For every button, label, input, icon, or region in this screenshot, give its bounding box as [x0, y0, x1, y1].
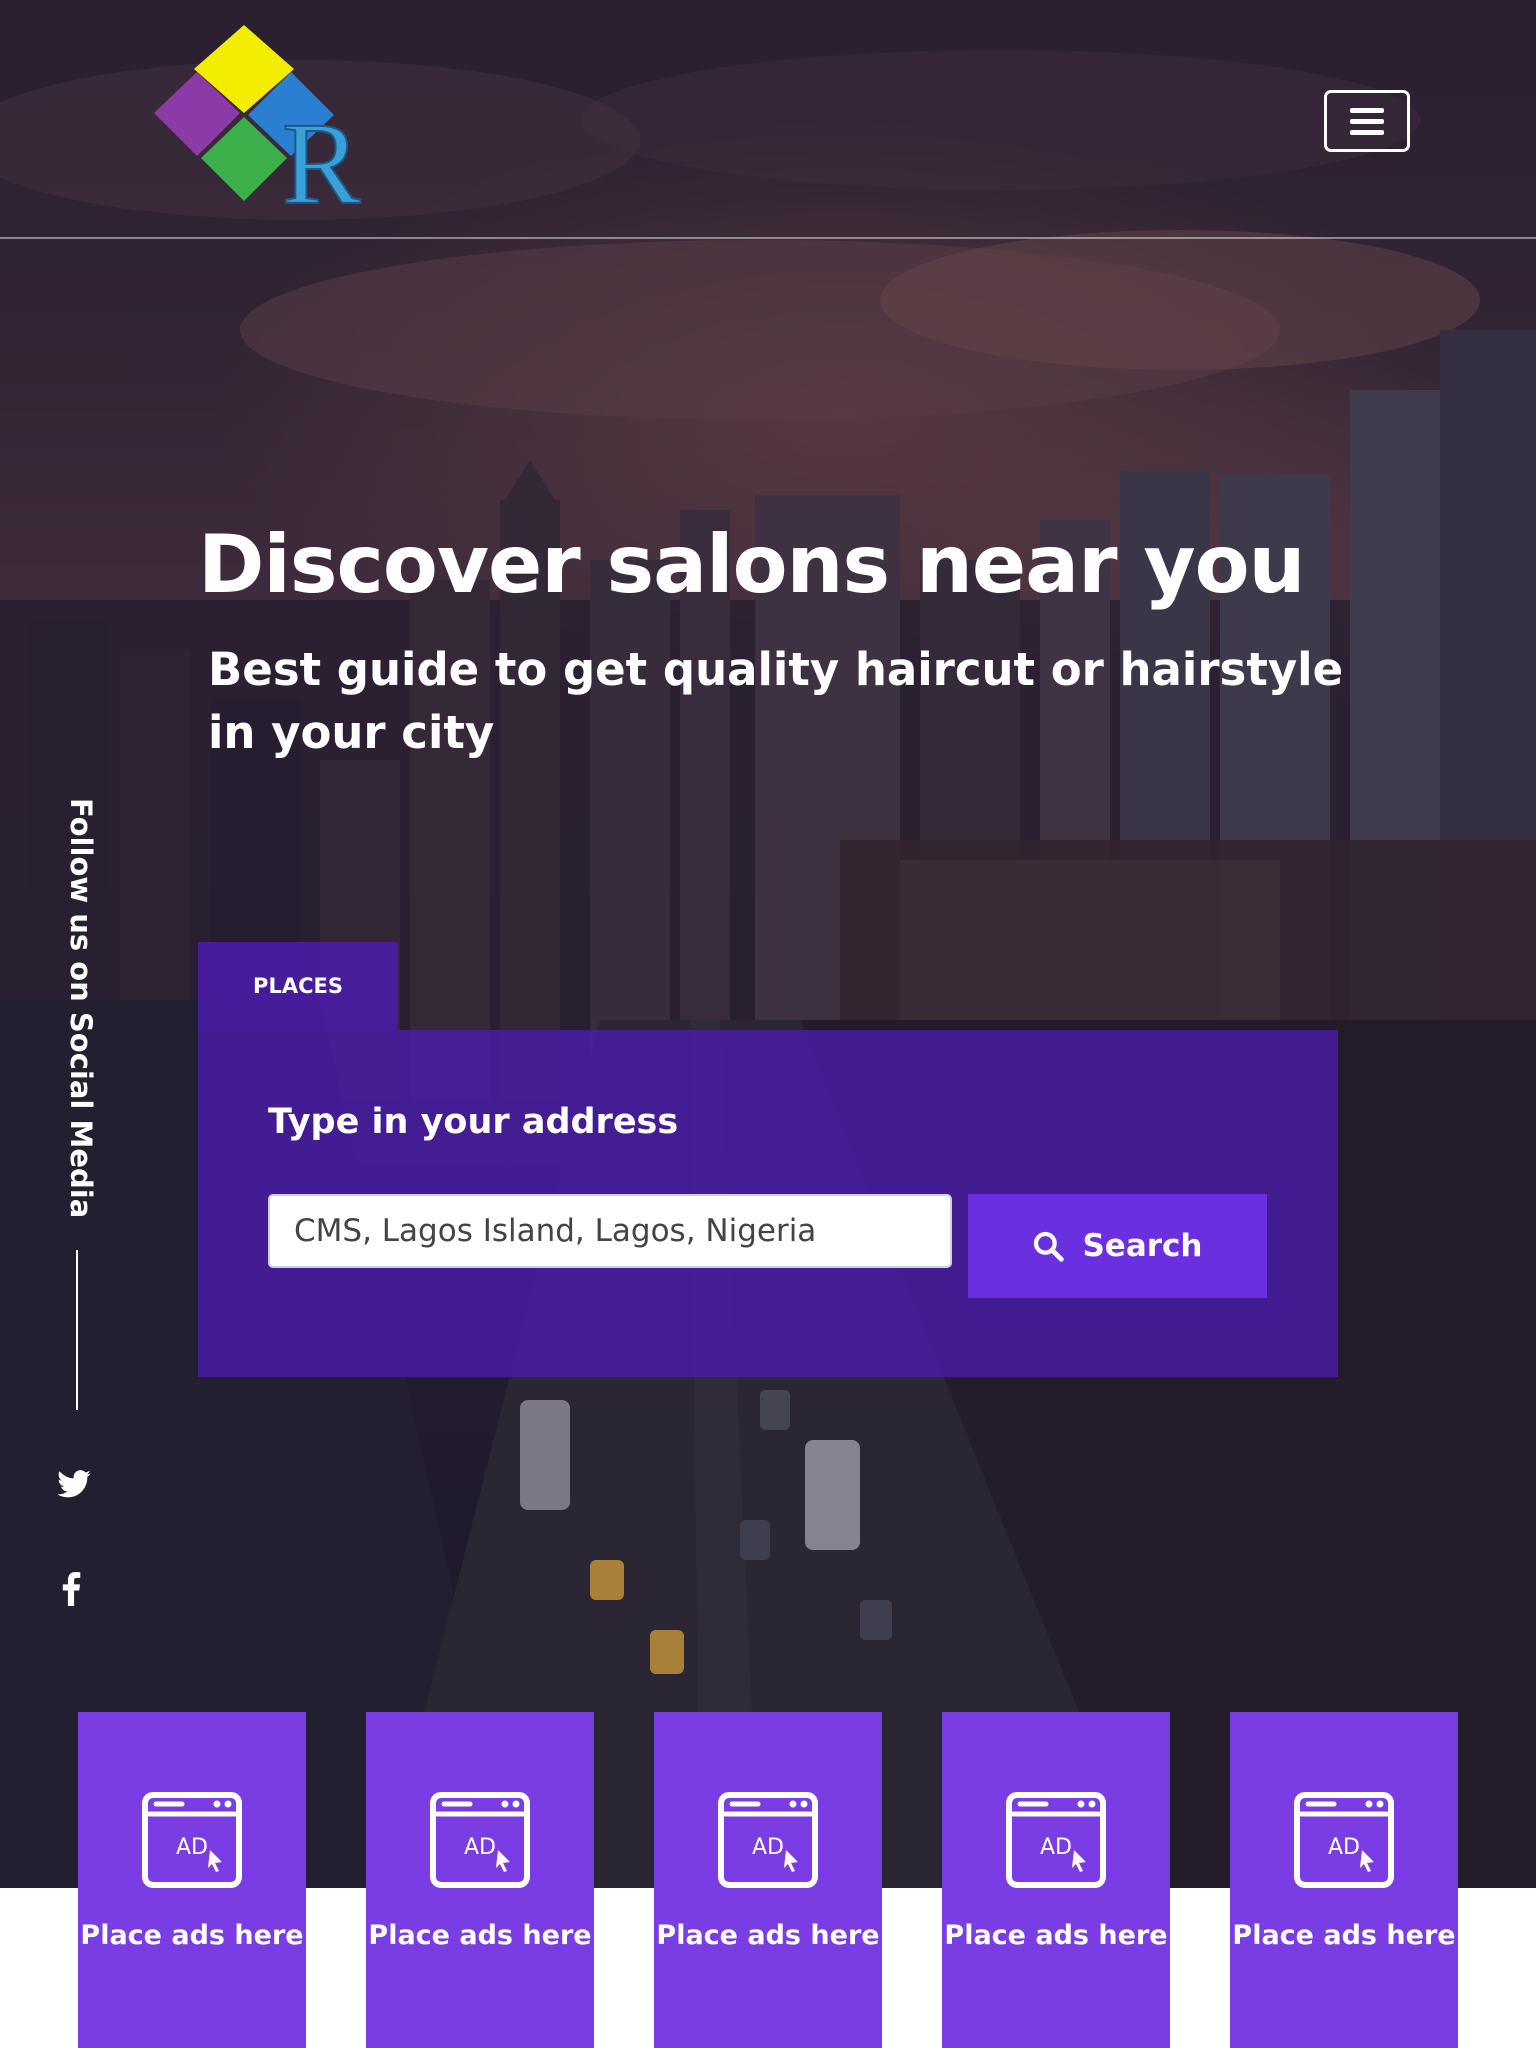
hamburger-icon-bar	[1350, 107, 1384, 113]
ad-slot-label: Place ads here	[368, 1920, 592, 1951]
ad-slot[interactable]: AD Place ads here	[78, 1712, 306, 2048]
tab-places[interactable]: PLACES	[198, 942, 398, 1030]
search-icon	[1034, 1231, 1065, 1262]
svg-text:AD: AD	[176, 1835, 208, 1860]
ad-slot-label: Place ads here	[656, 1920, 880, 1951]
ad-browser-icon: AD	[430, 1792, 530, 1888]
brand-logo[interactable]: R	[150, 25, 372, 211]
svg-text:AD: AD	[464, 1835, 496, 1860]
ad-slot[interactable]: AD Place ads here	[654, 1712, 882, 2048]
hamburger-icon-bar	[1350, 118, 1384, 124]
svg-text:AD: AD	[1328, 1835, 1360, 1860]
menu-toggle-button[interactable]	[1324, 90, 1410, 152]
search-button-label: Search	[1082, 1228, 1203, 1264]
ad-browser-icon: AD	[1294, 1792, 1394, 1888]
ad-browser-icon: AD	[718, 1792, 818, 1888]
ad-slot-label: Place ads here	[1232, 1920, 1456, 1951]
hero-section: R Discover salons near you Best guide to…	[0, 0, 1536, 1888]
hero-subtitle: Best guide to get quality haircut or hai…	[208, 643, 1344, 759]
address-field-label: Type in your address	[268, 1102, 679, 1142]
search-panel: Type in your address Search	[198, 1030, 1338, 1377]
ad-browser-icon: AD	[1006, 1792, 1106, 1888]
hamburger-icon-bar	[1350, 129, 1384, 135]
ad-slot-label: Place ads here	[944, 1920, 1168, 1951]
ad-slot[interactable]: AD Place ads here	[1230, 1712, 1458, 2048]
address-input[interactable]	[268, 1194, 952, 1268]
social-follow-label: Follow us on Social Media	[64, 798, 98, 1219]
svg-text:AD: AD	[1040, 1835, 1072, 1860]
svg-text:AD: AD	[752, 1835, 784, 1860]
ads-row: AD Place ads here AD Place ads here AD P…	[0, 1712, 1536, 2048]
ad-slot-label: Place ads here	[80, 1920, 304, 1951]
facebook-icon[interactable]	[60, 1572, 82, 1606]
logo-letter: R	[282, 98, 361, 211]
hero-title: Discover salons near you	[198, 518, 1306, 611]
ad-slot[interactable]: AD Place ads here	[942, 1712, 1170, 2048]
header-divider	[0, 237, 1536, 239]
social-divider	[76, 1250, 78, 1410]
search-button[interactable]: Search	[968, 1194, 1267, 1298]
ad-slot[interactable]: AD Place ads here	[366, 1712, 594, 2048]
ad-browser-icon: AD	[142, 1792, 242, 1888]
twitter-icon[interactable]	[57, 1470, 91, 1498]
